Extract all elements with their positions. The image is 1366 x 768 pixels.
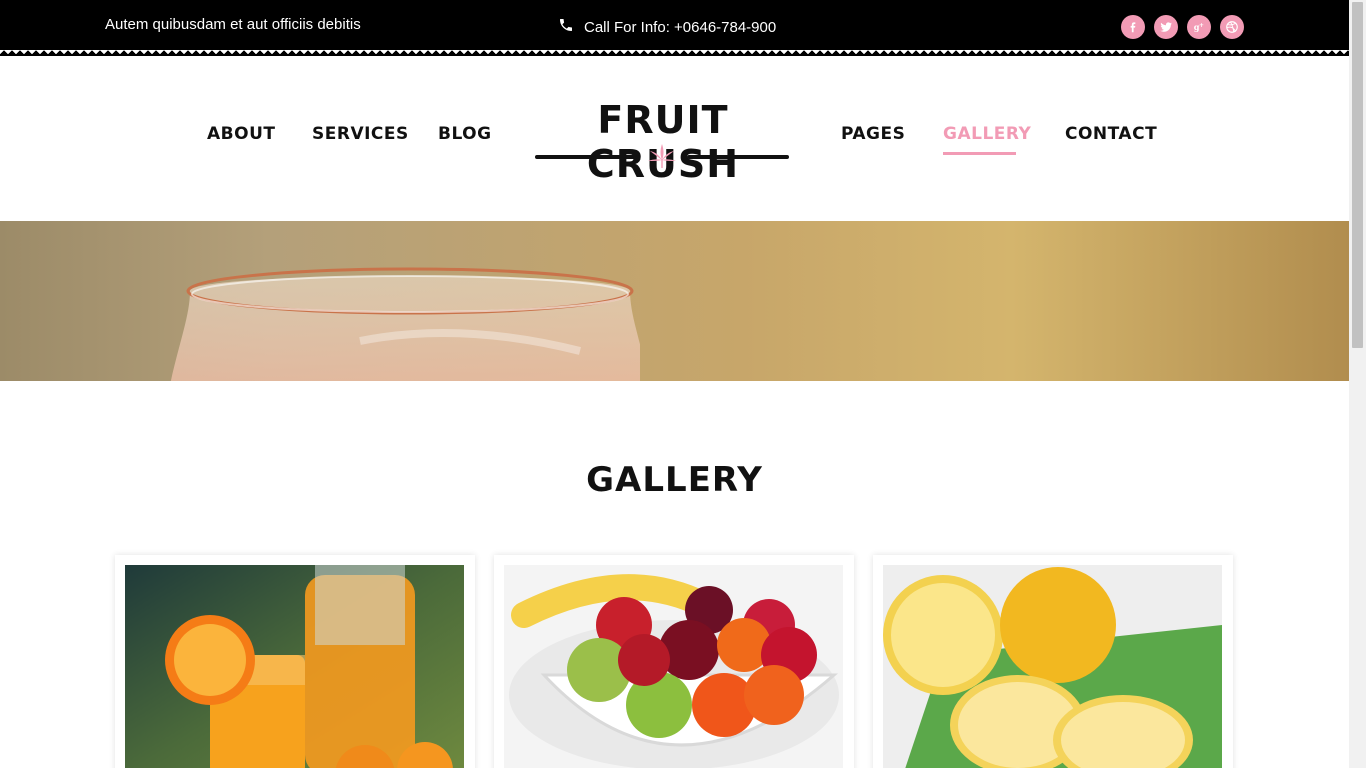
svg-text:+: +	[1199, 23, 1204, 29]
scrollbar-thumb[interactable]	[1352, 2, 1363, 348]
phone-icon	[558, 17, 574, 37]
tagline: Autem quibusdam et aut officiis debitis	[105, 16, 361, 33]
google-plus-icon[interactable]: g +	[1187, 15, 1211, 39]
glass-illustration	[170, 267, 640, 381]
orange-juice-image	[125, 565, 464, 768]
nav-pages[interactable]: PAGES	[841, 124, 905, 144]
nav-about[interactable]: ABOUT	[207, 124, 275, 144]
lemons-image	[883, 565, 1222, 768]
nav-services[interactable]: SERVICES	[312, 124, 409, 144]
fruit-bowl-image	[504, 565, 843, 768]
active-nav-underline	[943, 152, 1016, 155]
logo-rule-right	[687, 155, 789, 159]
nav-blog[interactable]: BLOG	[438, 124, 492, 144]
hero-banner-image	[0, 221, 1349, 381]
gallery-card-lemons[interactable]	[873, 555, 1233, 768]
dribbble-icon[interactable]	[1220, 15, 1244, 39]
call-text: Call For Info: +0646-784-900	[584, 18, 777, 36]
facebook-icon[interactable]	[1121, 15, 1145, 39]
call-info: Call For Info: +0646-784-900	[558, 17, 776, 37]
gallery-title: GALLERY	[586, 460, 763, 500]
leaf-icon	[648, 144, 676, 168]
logo-rule-left	[535, 155, 637, 159]
gallery-card-fruit-bowl[interactable]	[494, 555, 854, 768]
nav-gallery[interactable]: GALLERY	[943, 124, 1031, 144]
twitter-icon[interactable]	[1154, 15, 1178, 39]
page-scrollbar[interactable]	[1349, 0, 1366, 768]
social-links: g +	[1121, 15, 1244, 39]
top-bar: Autem quibusdam et aut officiis debitis …	[0, 0, 1349, 56]
nav-contact[interactable]: CONTACT	[1065, 124, 1157, 144]
gallery-card-orange-juice[interactable]	[115, 555, 475, 768]
